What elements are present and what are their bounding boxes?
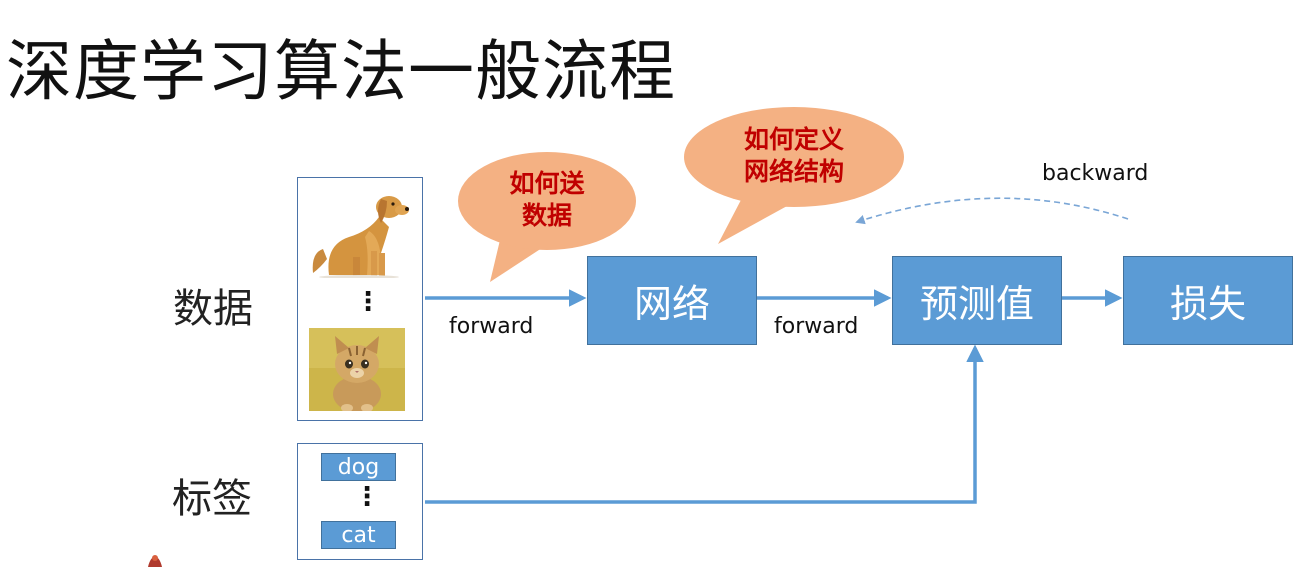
arrow-backward [855, 197, 1129, 225]
arrow-labels-to-prediction [425, 344, 984, 504]
edge-label-forward-2: forward [774, 314, 859, 339]
edge-label-forward-1: forward [449, 314, 534, 339]
bubble-feed-data-line-2: 数据 [521, 201, 572, 230]
dog-photo [309, 187, 410, 278]
data-ellipsis: ⋮ [355, 287, 381, 317]
node-loss: 损失 [1123, 256, 1293, 345]
node-prediction: 预测值 [892, 256, 1062, 345]
bubble-feed-data-line-1: 如何送 [509, 169, 585, 198]
slide-canvas: 深度学习算法一般流程 数据 标签 ⋮ dog ⋮ cat 网络 预测值 损失 f… [0, 0, 1314, 567]
bubble-feed-data-text: 如何送 数据 [497, 168, 597, 232]
node-network: 网络 [587, 256, 757, 345]
tag-dog: dog [321, 453, 396, 481]
label-panel: dog ⋮ cat [297, 443, 423, 560]
partial-decoration-icon [142, 552, 168, 567]
tag-cat: cat [321, 521, 396, 549]
slide-title: 深度学习算法一般流程 [6, 33, 676, 110]
bubble-define-network-text: 如何定义 网络结构 [724, 124, 864, 188]
bubble-define-network-line-1: 如何定义 [743, 125, 844, 154]
row-label-labels: 标签 [172, 476, 252, 522]
row-label-data: 数据 [173, 286, 253, 332]
data-panel: ⋮ [297, 177, 423, 421]
bubble-define-network-line-2: 网络结构 [743, 157, 844, 186]
cat-photo [309, 328, 405, 411]
edge-label-backward: backward [1042, 161, 1149, 186]
label-ellipsis: ⋮ [354, 482, 380, 512]
